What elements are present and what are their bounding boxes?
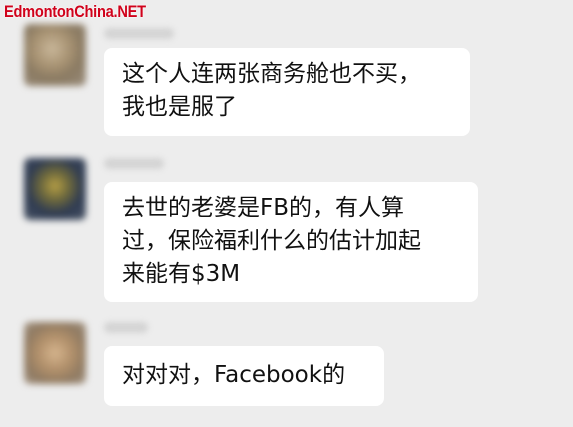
message-text-line: 去世的老婆是FB的，有人算 — [122, 195, 405, 221]
message-text-line: 我也是服了 — [122, 94, 237, 120]
sender-name-redacted — [104, 158, 164, 169]
message-text-line: 过，保险福利什么的估计加起 — [122, 228, 421, 254]
sender-name-redacted — [104, 28, 174, 39]
message-bubble[interactable]: 这个人连两张商务舱也不买， 我也是服了 — [104, 48, 470, 136]
message-bubble[interactable]: 对对对，Facebook的 — [104, 346, 384, 406]
avatar[interactable] — [24, 158, 86, 220]
avatar[interactable] — [24, 322, 86, 384]
message-text-line: 对对对，Facebook的 — [122, 362, 346, 388]
message-bubble[interactable]: 去世的老婆是FB的，有人算 过，保险福利什么的估计加起 来能有$3M — [104, 182, 478, 302]
message-text-line: 这个人连两张商务舱也不买， — [122, 61, 421, 87]
avatar[interactable] — [24, 24, 86, 86]
site-watermark: EdmontonChina.NET — [4, 2, 146, 21]
message-text-line: 来能有$3M — [122, 261, 241, 287]
sender-name-redacted — [104, 322, 148, 333]
